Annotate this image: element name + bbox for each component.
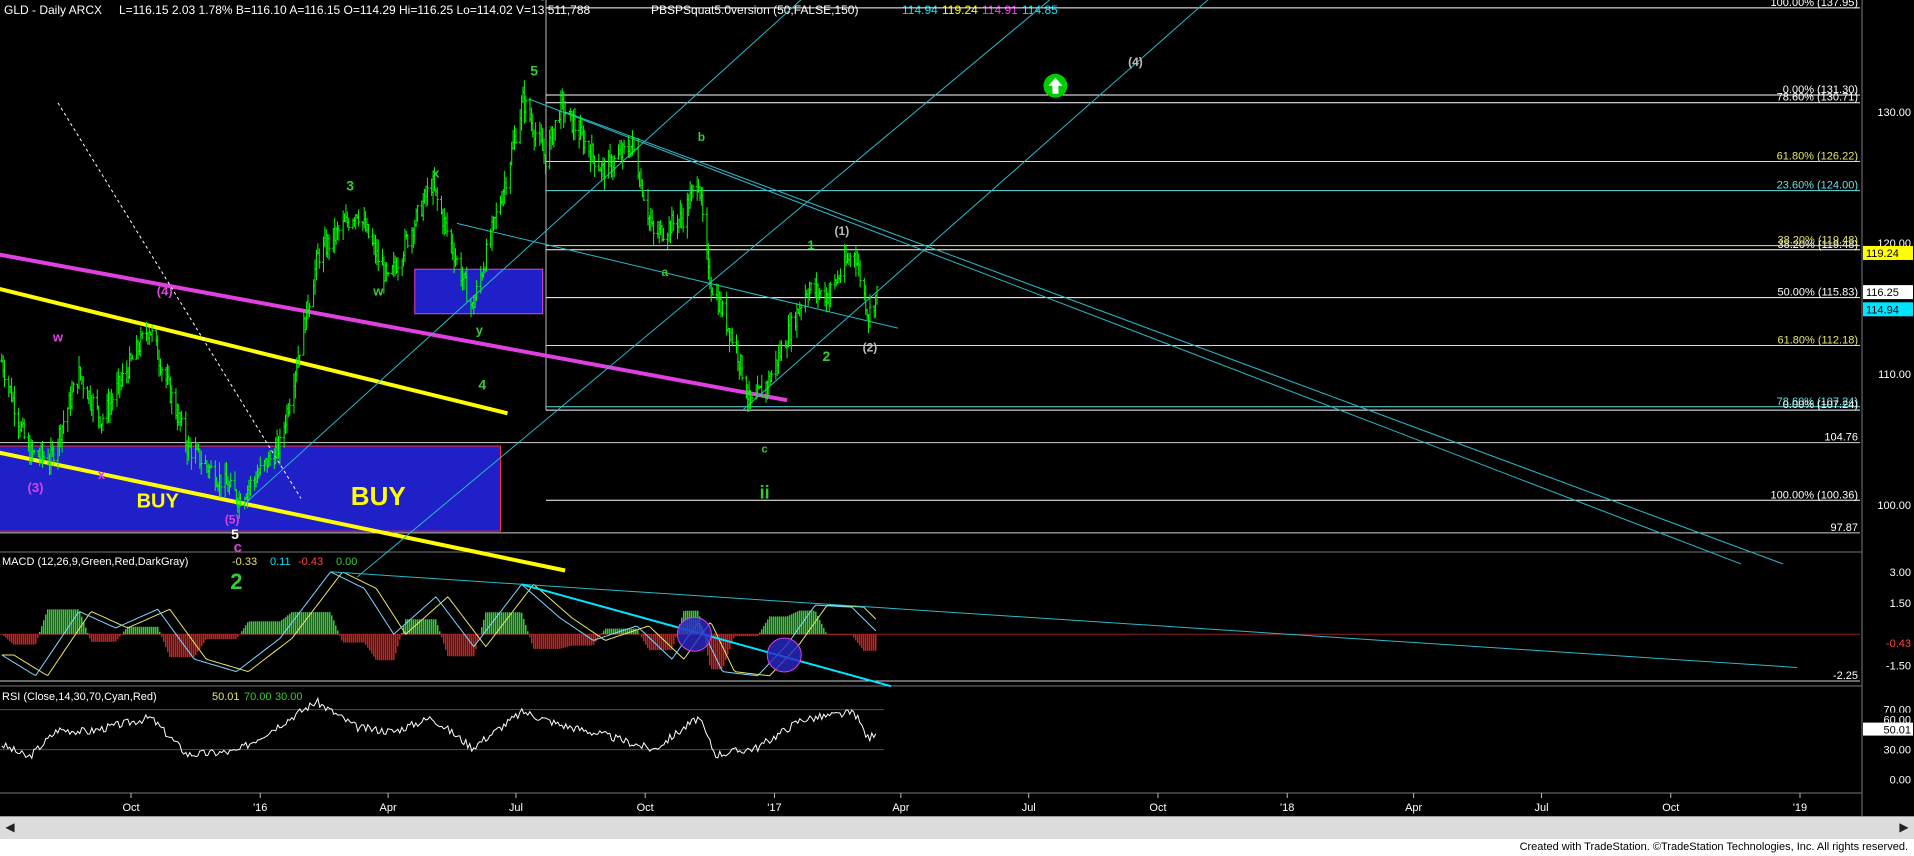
fib-level-label-5: 100.00% (137.95)	[1771, 0, 1858, 9]
fib-level-label-8: 61.80% (126.22)	[1777, 151, 1858, 163]
x-axis-label-6: Apr	[892, 802, 909, 814]
fib-level-label-7: 0.00% (131.30)	[1783, 84, 1858, 96]
wave-label-9: a	[662, 265, 669, 279]
horizontal-scrollbar[interactable]: ◀ ▶	[0, 816, 1914, 839]
x-axis-label-7: Jul	[1022, 802, 1036, 814]
gld-daily-chart: GLD - Daily ARCX L=116.15 2.03 1.78% B=1…	[0, 0, 1914, 816]
wave-label-21: w	[52, 329, 64, 344]
macd-value-1: -0.33	[232, 556, 257, 568]
rsi-tick-label-1: 30.00	[1883, 745, 1911, 757]
wave-label-25: (5)	[225, 512, 240, 526]
price-tick-label-1: 110.00	[1878, 369, 1911, 381]
x-axis-label-2: Apr	[380, 802, 397, 814]
fib-level-label-16: 100.00% (100.36)	[1771, 489, 1858, 501]
indicator-name: PBSPSquat5.0version (50,FALSE,150)	[651, 3, 858, 17]
x-axis-label-5: '17	[767, 802, 781, 814]
macd-value-4: 0.00	[336, 556, 357, 568]
wave-label-22: x	[98, 467, 106, 482]
indicator-value-0: 114.94	[902, 3, 938, 17]
wave-label-7: 5	[530, 62, 538, 78]
buy-label-1: BUY	[351, 481, 406, 511]
fib-level-label-15: 0.00% (107.24)	[1783, 399, 1858, 411]
macd-tick-label-1: 1.50	[1890, 598, 1911, 610]
rsi-title: RSI (Close,14,30,70,Cyan,Red)	[2, 691, 157, 703]
fib-level-label-12: 50.00% (115.83)	[1777, 287, 1858, 299]
wave-label-27: c	[234, 539, 242, 556]
scroll-left-icon[interactable]: ◀	[3, 820, 17, 834]
rsi-tick-label-2: 0.00	[1890, 775, 1911, 787]
rsi-value-1: 50.01	[212, 691, 240, 703]
rsi-badge-value-2: 50.01	[1883, 725, 1911, 737]
price-badge-text-1: 116.25	[1866, 287, 1899, 299]
x-axis-label-10: Apr	[1405, 802, 1422, 814]
macd-title: MACD (12,26,9,Green,Red,DarkGray)	[2, 556, 188, 568]
price-tick-label-3: 130.00	[1877, 107, 1911, 119]
wave-label-17: x	[432, 166, 440, 181]
rsi-value-2: 70.00	[244, 691, 272, 703]
x-axis-label-12: Oct	[1662, 802, 1679, 814]
footer: Created with TradeStation. ©TradeStation…	[0, 839, 1914, 856]
x-axis-label-4: Oct	[637, 802, 654, 814]
chart-symbol: GLD - Daily ARCX	[4, 3, 102, 17]
price-tick-label-0: 100.00	[1877, 500, 1911, 512]
copyright-text: Created with TradeStation. ©TradeStation…	[1519, 841, 1908, 853]
macd-highlight-circle-1	[766, 637, 802, 673]
x-axis-label-1: '16	[253, 802, 267, 814]
x-axis-label-13: '19	[1793, 802, 1807, 814]
level-label-2: 104.76	[1824, 432, 1858, 444]
level-label-3: 97.87	[1830, 522, 1858, 534]
price-badge-text-2: 114.94	[1866, 304, 1899, 316]
wave-label-28: 2	[230, 569, 242, 594]
macd-badge-bg	[1863, 624, 1913, 638]
scroll-right-icon[interactable]: ▶	[1897, 820, 1911, 834]
fib-level-label-9: 23.60% (124.00)	[1777, 180, 1858, 192]
indicator-value-3: 114.85	[1022, 3, 1058, 17]
macd-highlight-circle-0	[676, 616, 712, 652]
wave-label-19: y	[476, 323, 484, 338]
indicator-value-2: 114.91	[982, 3, 1018, 17]
chart-quote: L=116.15 2.03 1.78% B=116.10 A=116.15 O=…	[119, 3, 591, 17]
wave-label-16: 3	[346, 178, 354, 194]
wave-label-11: ii	[760, 482, 770, 502]
wave-label-5: (4)	[1128, 55, 1143, 69]
macd-value-2: 0.11	[270, 556, 291, 568]
wave-label-6: i	[540, 0, 546, 6]
macd-value-3: -0.43	[298, 556, 323, 568]
rsi-value-3: 30.00	[275, 691, 303, 703]
wave-label-15: (2)	[863, 341, 878, 355]
wave-label-14: (1)	[835, 224, 850, 238]
wave-label-24: (4)	[157, 283, 173, 298]
x-axis-label-3: Jul	[509, 802, 523, 814]
wave-label-23: (3)	[28, 480, 44, 495]
macd-level-label: -2.25	[1833, 670, 1858, 682]
x-axis-label-9: '18	[1280, 802, 1294, 814]
x-axis-label-8: Oct	[1149, 802, 1166, 814]
fib-level-label-13: 61.80% (112.18)	[1777, 334, 1858, 346]
wave-label-12: 1	[807, 238, 814, 253]
buy-label-0: BUY	[137, 491, 180, 513]
x-axis-label-0: Oct	[122, 802, 139, 814]
wave-label-8: b	[698, 130, 705, 144]
wave-label-20: 4	[478, 377, 486, 393]
macd-tick-label-3: -1.50	[1886, 660, 1911, 672]
fib-level-label-11: 38.20% (119.48)	[1777, 235, 1858, 247]
macd-tick-label-0: 3.00	[1890, 567, 1911, 579]
macd-badge-value: -0.43	[1886, 638, 1911, 650]
wave-label-10: c	[762, 444, 768, 456]
wave-label-13: 2	[823, 348, 831, 364]
indicator-value-1: 119.24	[942, 3, 978, 17]
wave-label-18: w	[372, 283, 384, 298]
price-badge-text-0: 119.24	[1866, 248, 1899, 260]
x-axis-label-11: Jul	[1534, 802, 1548, 814]
